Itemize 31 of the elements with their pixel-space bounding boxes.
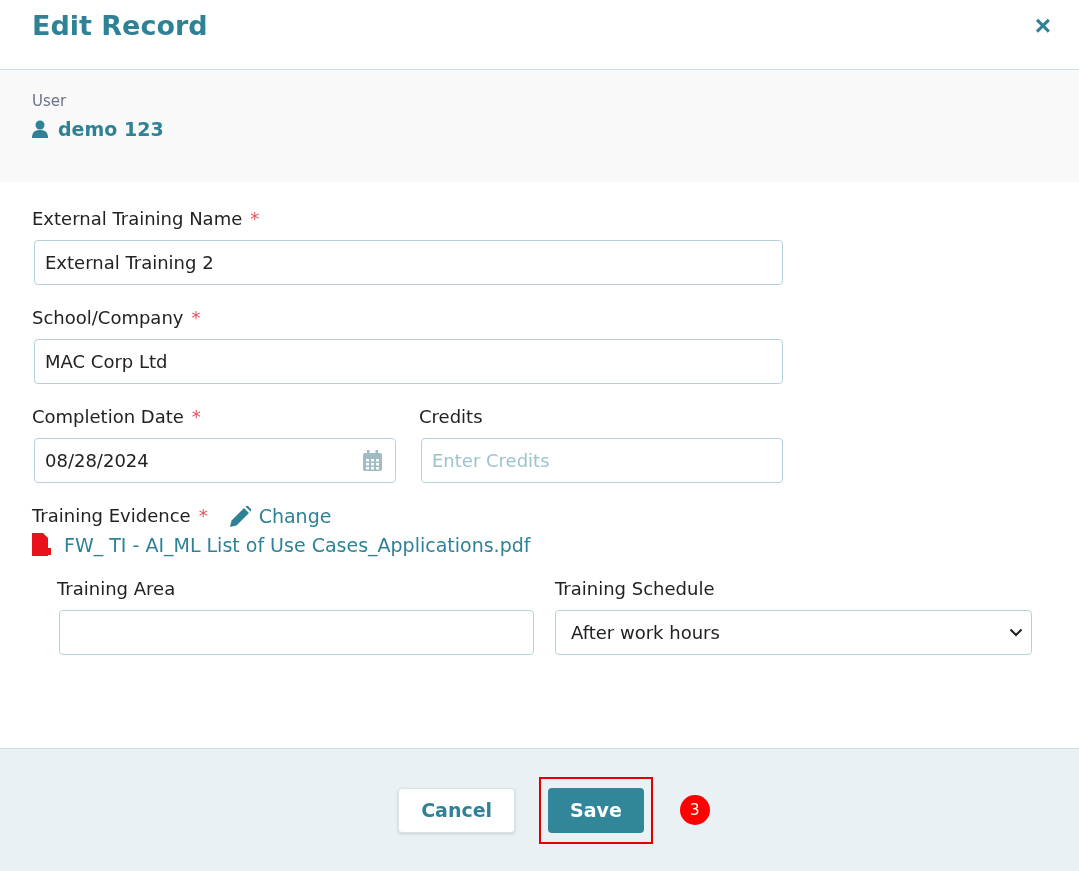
user-icon	[32, 120, 48, 138]
input-field[interactable]: External Training 2	[34, 240, 783, 285]
chevron-down-icon	[1009, 628, 1023, 637]
field-label: School/Company *	[32, 307, 201, 328]
dialog-title: Edit Record	[32, 10, 208, 41]
field-label: Training Evidence *	[32, 505, 208, 526]
save-button[interactable]: Save	[548, 787, 644, 833]
input-field[interactable]: MAC Corp Ltd	[34, 339, 783, 384]
cancel-button[interactable]: Cancel	[398, 787, 516, 833]
field-label: External Training Name *	[32, 208, 260, 229]
close-button[interactable]: ×	[1034, 11, 1051, 40]
pdf-file-icon	[32, 533, 52, 556]
user-label: User	[32, 92, 67, 110]
step-badge: 3	[679, 795, 710, 825]
calendar-icon[interactable]	[363, 450, 382, 471]
required-mark: *	[191, 406, 201, 427]
file-link[interactable]: FW_ TI - AI_ML List of Use Cases_Applications.pdf	[64, 533, 531, 556]
field-label: Training Schedule	[555, 578, 715, 599]
field-label: Completion Date *	[32, 406, 201, 427]
required-mark: *	[250, 208, 260, 229]
required-mark: *	[198, 505, 208, 526]
select-field[interactable]: After work hours	[555, 610, 1032, 655]
field-label: Training Area	[57, 578, 176, 599]
date-field[interactable]: 08/28/2024	[34, 438, 396, 483]
input-field[interactable]	[59, 610, 534, 655]
input-field[interactable]: Enter Credits	[421, 438, 783, 483]
required-mark: *	[191, 307, 201, 328]
change-link[interactable]: Change	[229, 505, 332, 527]
field-label: Credits	[419, 406, 483, 427]
user-name: demo 123	[58, 118, 164, 140]
pencil-icon	[229, 505, 251, 527]
